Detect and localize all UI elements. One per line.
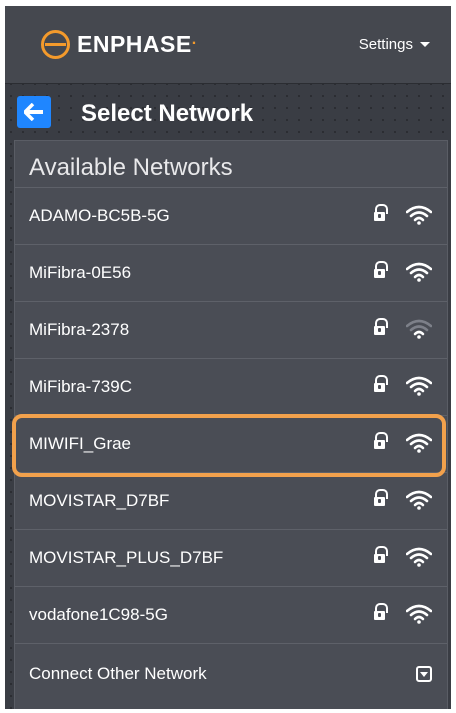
page-title: Select Network	[81, 100, 254, 127]
wifi-weak-icon	[406, 319, 432, 339]
wifi-icon	[406, 433, 432, 453]
enphase-logo-icon	[41, 29, 70, 59]
network-row[interactable]: MiFibra-2378	[15, 301, 447, 358]
network-row[interactable]: MOVISTAR_PLUS_D7BF	[15, 529, 447, 586]
brand-suffix: .	[191, 30, 197, 48]
app-frame: ENPHASE. Settings Select Network Availab…	[5, 6, 451, 709]
network-name: MiFibra-0E56	[29, 263, 132, 282]
brand-name: ENPHASE.	[77, 31, 197, 58]
lock-icon	[374, 375, 388, 394]
network-name: MIWIFI_Grae	[29, 434, 132, 453]
network-list: ADAMO-BC5B-5G MiFibra-0E56 MiFibra-2378 …	[15, 187, 447, 643]
network-name: ADAMO-BC5B-5G	[29, 206, 170, 225]
network-row[interactable]: vodafone1C98-5G	[15, 586, 447, 643]
network-row[interactable]: MiFibra-739C	[15, 358, 447, 415]
lock-icon	[374, 204, 388, 223]
chevron-down-box-icon	[416, 666, 432, 682]
lock-icon	[374, 318, 388, 337]
network-name: MiFibra-739C	[29, 377, 132, 396]
connect-other-network-row[interactable]: Connect Other Network	[15, 643, 447, 709]
network-row-selected[interactable]: MIWIFI_Grae	[15, 415, 447, 472]
connect-other-network-label: Connect Other Network	[29, 664, 207, 683]
lock-icon	[374, 489, 388, 508]
wifi-icon	[406, 490, 432, 510]
lock-icon	[374, 546, 388, 565]
available-networks-heading: Available Networks	[29, 154, 233, 181]
settings-label: Settings	[358, 36, 413, 53]
lock-icon	[374, 261, 388, 280]
caret-down-icon	[420, 42, 430, 47]
networks-panel: Available Networks ADAMO-BC5B-5G MiFibra…	[14, 140, 448, 709]
lock-icon	[374, 603, 388, 622]
page-header: Select Network	[5, 92, 451, 132]
wifi-icon	[406, 376, 432, 396]
wifi-icon	[406, 205, 432, 225]
network-row[interactable]: MOVISTAR_D7BF	[15, 472, 447, 529]
wifi-icon	[406, 604, 432, 624]
wifi-icon	[406, 547, 432, 567]
enphase-logo: ENPHASE.	[41, 28, 197, 60]
network-row[interactable]: MiFibra-0E56	[15, 244, 447, 301]
arrow-left-icon	[24, 103, 43, 121]
network-name: MOVISTAR_PLUS_D7BF	[29, 548, 224, 567]
back-button[interactable]	[17, 96, 51, 128]
network-row[interactable]: ADAMO-BC5B-5G	[15, 187, 447, 244]
network-name: MOVISTAR_D7BF	[29, 491, 170, 510]
settings-menu[interactable]: Settings	[359, 36, 430, 53]
top-bar: ENPHASE. Settings	[5, 6, 451, 84]
lock-icon	[374, 432, 388, 451]
network-name: vodafone1C98-5G	[29, 605, 168, 624]
wifi-icon	[406, 262, 432, 282]
brand-text: ENPHASE	[77, 30, 192, 57]
network-name: MiFibra-2378	[29, 320, 130, 339]
